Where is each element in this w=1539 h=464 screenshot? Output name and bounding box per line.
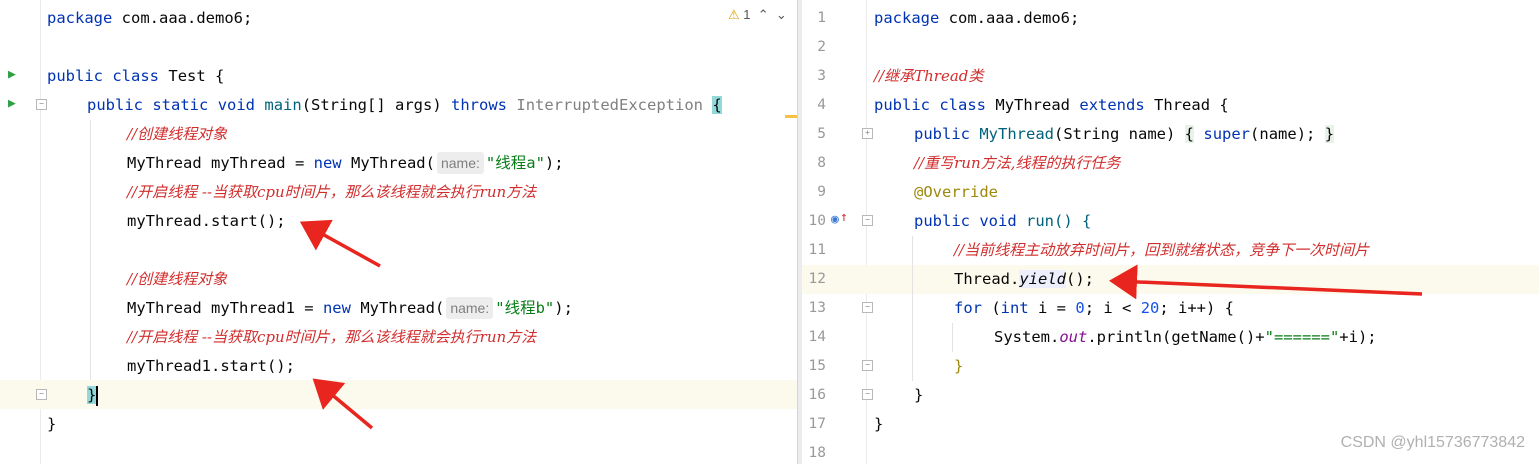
param-hint: name: xyxy=(436,152,484,174)
line-number: 10 xyxy=(808,213,826,229)
indent-guide xyxy=(90,120,91,380)
line-number: 4 xyxy=(817,97,826,113)
code-comment: //开启线程 --当获取cpu时间片，那么该线程就会执行run方法 xyxy=(127,183,537,201)
current-line-highlight xyxy=(0,380,797,409)
code-comment: //创建线程对象 xyxy=(127,270,228,288)
warning-icon: ⚠ xyxy=(728,7,740,22)
line-number: 17 xyxy=(808,416,826,432)
code-annotation: @Override xyxy=(914,183,998,201)
line-number: 5 xyxy=(817,126,826,142)
code-line: } xyxy=(47,415,57,433)
line-number: 13 xyxy=(808,300,826,316)
param-hint: name: xyxy=(446,297,494,319)
code-line: MyThread myThread = new MyThread(name: "线… xyxy=(127,152,564,174)
chevron-down-icon[interactable]: ⌄ xyxy=(772,7,787,22)
warning-stripe xyxy=(785,115,797,118)
line-number: 8 xyxy=(817,155,826,171)
fold-icon[interactable]: − xyxy=(862,302,873,313)
code-line: myThread.start(); xyxy=(127,212,286,230)
line-number: 9 xyxy=(817,184,826,200)
code-line: public class Test { xyxy=(47,67,225,85)
code-line: System.out.println(getName()+"======"+i)… xyxy=(994,328,1377,346)
code-line: package com.aaa.demo6; xyxy=(874,9,1080,27)
watermark: CSDN @yhl15736773842 xyxy=(1340,434,1525,451)
code-comment: //继承Thread类 xyxy=(874,67,984,85)
fold-icon[interactable]: − xyxy=(36,389,47,400)
code-line: public class MyThread extends Thread { xyxy=(874,96,1229,114)
fold-icon[interactable]: − xyxy=(862,389,873,400)
fold-icon[interactable]: − xyxy=(862,215,873,226)
line-number: 15 xyxy=(808,358,826,374)
line-number: 3 xyxy=(817,68,826,84)
code-comment: //当前线程主动放弃时间片，回到就绪状态，竞争下一次时间片 xyxy=(954,241,1370,259)
code-line: public MyThread(String name) { super(nam… xyxy=(914,125,1335,143)
indent-guide xyxy=(912,236,913,381)
fold-icon[interactable]: − xyxy=(36,99,47,110)
run-main-icon[interactable]: ▶ xyxy=(8,96,16,111)
line-number: 18 xyxy=(808,445,826,461)
code-line: } xyxy=(954,357,964,375)
code-line: } xyxy=(87,385,99,406)
right-editor[interactable]: 1 2 3 4 5 8 9 10 11 12 13 14 15 16 17 18… xyxy=(802,0,1539,464)
code-line: MyThread myThread1 = new MyThread(name: "… xyxy=(127,297,573,319)
run-class-icon[interactable]: ▶ xyxy=(8,67,16,82)
line-number: 11 xyxy=(808,242,826,258)
line-number: 14 xyxy=(808,329,826,345)
warning-indicator[interactable]: ⚠ 1 ⌃ ⌄ xyxy=(728,7,787,23)
line-number: 1 xyxy=(817,10,826,26)
code-comment: //开启线程 --当获取cpu时间片，那么该线程就会执行run方法 xyxy=(127,328,537,346)
code-line: } xyxy=(914,386,924,404)
line-number: 2 xyxy=(817,39,826,55)
code-line: public void run() { xyxy=(914,212,1092,230)
code-line: } xyxy=(874,415,884,433)
text-cursor xyxy=(96,385,99,406)
arrow-up-icon: ↑ xyxy=(840,210,848,225)
code-line: package com.aaa.demo6; xyxy=(47,9,253,27)
chevron-up-icon[interactable]: ⌃ xyxy=(754,7,769,22)
code-line: Thread.yield(); xyxy=(954,270,1094,288)
warning-count: 1 xyxy=(743,7,751,22)
code-line: public static void main(String[] args) t… xyxy=(87,96,722,114)
code-comment: //创建线程对象 xyxy=(127,125,228,143)
line-number: 12 xyxy=(808,271,826,287)
code-line: for (int i = 0; i < 20; i++) { xyxy=(954,299,1235,317)
left-editor[interactable]: ▶ ▶ − − ⚠ 1 ⌃ ⌄ package com.aaa.demo6; p… xyxy=(0,0,797,464)
fold-icon[interactable]: + xyxy=(862,128,873,139)
override-icon[interactable]: ◉ xyxy=(831,212,839,227)
indent-guide xyxy=(952,323,953,352)
code-comment: //重写run方法,线程的执行任务 xyxy=(914,154,1121,172)
fold-icon[interactable]: − xyxy=(862,360,873,371)
code-line: myThread1.start(); xyxy=(127,357,295,375)
line-number: 16 xyxy=(808,387,826,403)
